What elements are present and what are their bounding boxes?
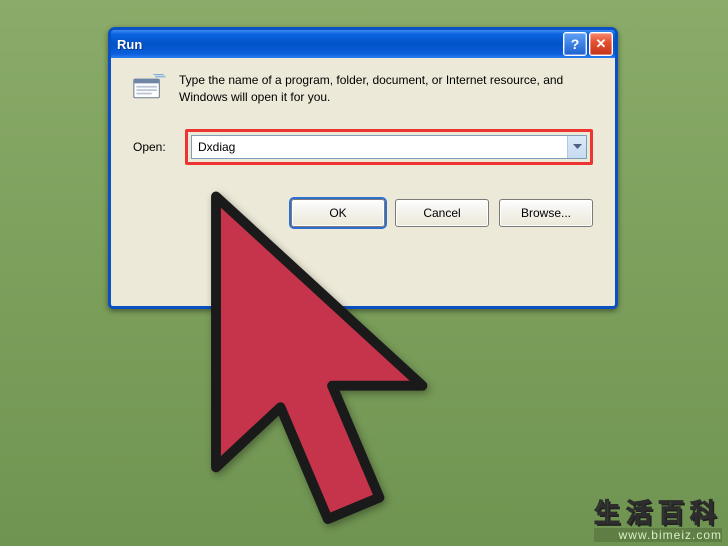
watermark-cn: 生活百科 bbox=[594, 493, 722, 530]
open-combobox[interactable] bbox=[191, 135, 587, 159]
open-row: Open: bbox=[133, 129, 593, 165]
input-highlight-frame bbox=[185, 129, 593, 165]
cancel-button[interactable]: Cancel bbox=[395, 199, 489, 227]
window-title: Run bbox=[117, 37, 563, 52]
ok-button[interactable]: OK bbox=[291, 199, 385, 227]
dialog-body: Type the name of a program, folder, docu… bbox=[111, 58, 615, 239]
titlebar[interactable]: Run ? ✕ bbox=[111, 30, 615, 58]
close-icon: ✕ bbox=[596, 36, 607, 52]
titlebar-buttons: ? ✕ bbox=[563, 32, 613, 56]
help-icon: ? bbox=[571, 36, 580, 52]
help-button[interactable]: ? bbox=[563, 32, 587, 56]
browse-button[interactable]: Browse... bbox=[499, 199, 593, 227]
close-button[interactable]: ✕ bbox=[589, 32, 613, 56]
button-row: OK Cancel Browse... bbox=[127, 199, 593, 227]
run-dialog: Run ? ✕ bbox=[108, 27, 618, 309]
description-row: Type the name of a program, folder, docu… bbox=[133, 72, 593, 107]
open-dropdown-button[interactable] bbox=[567, 136, 586, 158]
open-label: Open: bbox=[133, 140, 177, 154]
cancel-button-label: Cancel bbox=[423, 206, 460, 220]
browse-button-label: Browse... bbox=[521, 206, 571, 220]
open-input[interactable] bbox=[192, 136, 567, 158]
run-dialog-icon bbox=[133, 74, 167, 102]
description-text: Type the name of a program, folder, docu… bbox=[179, 72, 593, 107]
ok-button-label: OK bbox=[329, 206, 346, 220]
chevron-down-icon bbox=[573, 144, 582, 150]
watermark-url: www.bimeiz.com bbox=[594, 528, 722, 542]
watermark: 生活百科 www.bimeiz.com bbox=[594, 493, 722, 542]
